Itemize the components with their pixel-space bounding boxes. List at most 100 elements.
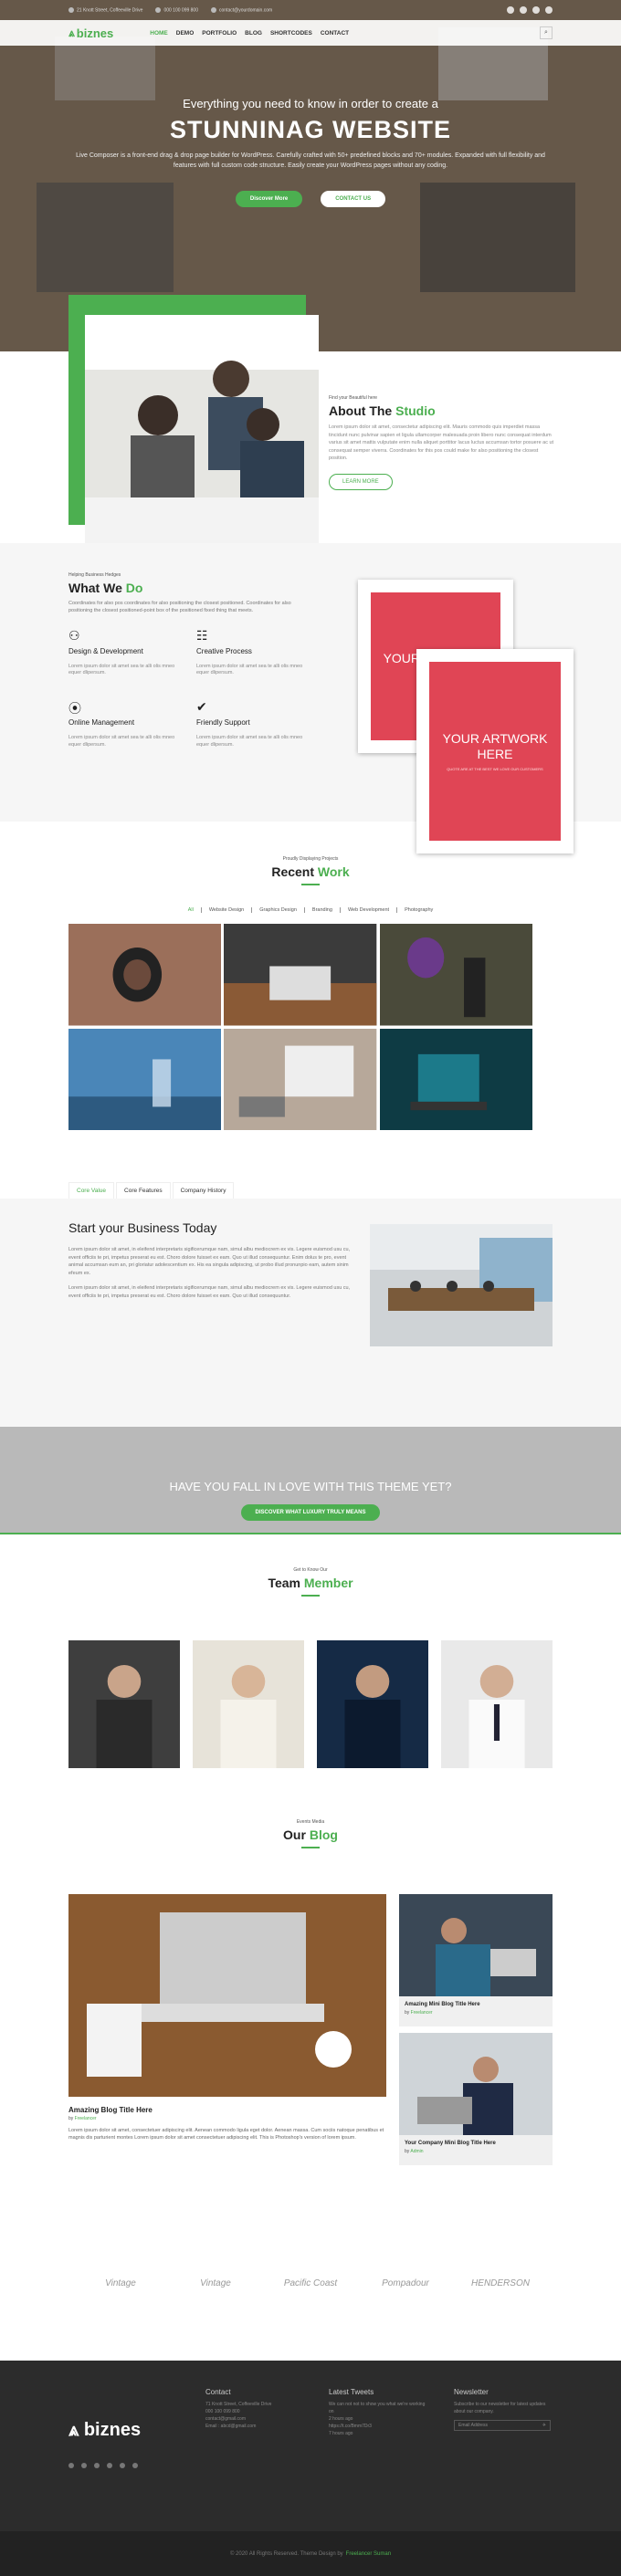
instagram-icon[interactable]	[120, 2463, 125, 2468]
hero-title: STUNNINAG WEBSITE	[169, 116, 451, 143]
logo-mark-icon: ⩓	[68, 26, 75, 39]
brand-logos: Vintage Vintage Pacific Coast Pompadour …	[0, 2205, 621, 2361]
bicycle-icon: ⚇	[68, 627, 80, 643]
newsletter-email-input[interactable]: Email Address ✈	[454, 2420, 551, 2431]
filter-all[interactable]: All	[188, 907, 194, 913]
blog-mini-image[interactable]	[399, 1894, 553, 1996]
facebook-icon[interactable]	[94, 2463, 100, 2468]
footer-newsletter-body: Subscribe to our newsletter for latest u…	[454, 2402, 546, 2414]
instagram-icon[interactable]	[532, 6, 540, 14]
author-link[interactable]: Freelancer	[411, 2010, 433, 2016]
artwork: YOUR ARTWORK HERE QUOTE ARE AT THE BEST …	[429, 662, 561, 841]
footer-tweets-title: Latest Tweets	[329, 2388, 374, 2396]
filter-photography[interactable]: Photography	[396, 907, 433, 913]
service-item: ⦿ Online Management Lorem ipsum dolor si…	[68, 699, 178, 749]
blog-mini-title[interactable]: Your Company Mini Blog Title Here	[405, 2141, 547, 2146]
brand-logo[interactable]: Vintage	[86, 2263, 155, 2303]
footer-newsletter: Newsletter Subscribe to our newsletter f…	[454, 2388, 554, 2431]
service-body: Lorem ipsum dolor sit amet sea te alli o…	[196, 735, 303, 749]
footer-newsletter-title: Newsletter	[454, 2388, 489, 2396]
logo-text: biznes	[76, 26, 114, 40]
title-underline	[301, 884, 320, 885]
service-title: Creative Process	[196, 646, 252, 655]
team-kicker: Get to Know Our	[293, 1567, 328, 1573]
linkedin-icon[interactable]	[81, 2463, 87, 2468]
team-member-photo[interactable]	[441, 1640, 553, 1768]
discover-more-button[interactable]: Discover More	[235, 191, 303, 207]
filter-graphics-design[interactable]: Graphics Design	[251, 907, 297, 913]
copyright-bar: © 2020 All Rights Reserved. Theme Design…	[0, 2531, 621, 2576]
service-item: ☷ Creative Process Lorem ipsum dolor sit…	[196, 628, 306, 678]
footer-social	[68, 2463, 138, 2468]
filter-web-development[interactable]: Web Development	[339, 907, 389, 913]
cta-banner: HAVE YOU FALL IN LOVE WITH THIS THEME YE…	[0, 1427, 621, 1534]
nav-home[interactable]: HOME	[150, 30, 168, 37]
pinterest-icon[interactable]	[545, 6, 553, 14]
footer-logo[interactable]: ⩓ biznes	[68, 2420, 141, 2441]
author-link[interactable]: Freelancer	[75, 2116, 97, 2121]
tab-company-history[interactable]: Company History	[172, 1182, 235, 1199]
twitter-icon[interactable]	[520, 6, 527, 14]
site-logo[interactable]: ⩓ biznes	[68, 26, 113, 40]
nav-portfolio[interactable]: PORTFOLIO	[202, 30, 237, 37]
brand-logo[interactable]: Pompadour	[371, 2263, 440, 2303]
service-title: Design & Development	[68, 646, 143, 655]
brand-logo[interactable]: Vintage	[181, 2263, 250, 2303]
filter-website-design[interactable]: Website Design	[200, 907, 244, 913]
search-icon[interactable]: ⌕	[540, 26, 553, 39]
link-icon: ⦿	[68, 701, 81, 717]
team-member-photo[interactable]	[193, 1640, 304, 1768]
portfolio-item[interactable]	[68, 924, 222, 1026]
about-photo	[85, 315, 319, 543]
twitter-icon[interactable]	[68, 2463, 74, 2468]
facebook-icon[interactable]	[507, 6, 514, 14]
hero-body: Live Composer is a front-end drag & drop…	[76, 152, 545, 169]
team-section: Get to Know Our Team Member	[0, 1534, 621, 1808]
wwd-intro: Coordinates for also pos coordinates for…	[68, 601, 291, 614]
blog-mini-title[interactable]: Amazing Mini Blog Title Here	[405, 2002, 547, 2007]
designer-link[interactable]: Freelancer Suman	[346, 2551, 391, 2557]
nav-contact[interactable]: CONTACT	[321, 30, 349, 37]
hero-subtitle: Everything you need to know in order to …	[183, 97, 438, 110]
nav-shortcodes[interactable]: SHORTCODES	[270, 30, 312, 37]
contact-us-button[interactable]: CONTACT US	[321, 191, 386, 207]
rss-icon[interactable]	[107, 2463, 112, 2468]
blog-mini-post: Amazing Mini Blog Title Here by Freelance…	[399, 1894, 553, 2026]
footer-contact: Contact 71 Knott Street, Coffeeville Dri…	[205, 2388, 297, 2430]
send-icon[interactable]: ✈	[542, 2423, 546, 2428]
portfolio-item[interactable]	[224, 1028, 377, 1130]
tab-core-features[interactable]: Core Features	[116, 1182, 171, 1199]
blog-mini-image[interactable]	[399, 2033, 553, 2135]
blog-main-post: Amazing Blog Title Here by Freelancer Lo…	[68, 1894, 386, 2142]
about-kicker: Find your Beautiful here	[329, 395, 378, 401]
portfolio-item[interactable]	[68, 1028, 222, 1130]
business-tabs: Core Value Core Features Company History	[0, 1182, 621, 1199]
business-p1: Lorem ipsum dolor sit amet, in eleifend …	[68, 1247, 351, 1276]
tab-core-value[interactable]: Core Value	[68, 1182, 115, 1199]
team-member-photo[interactable]	[317, 1640, 428, 1768]
blog-section: Events Media Our Blog Amazing Blog Title…	[0, 1808, 621, 2205]
brand-logo[interactable]: Pacific Coast	[276, 2263, 345, 2303]
footer-tweets: Latest Tweets We can not not to show you…	[329, 2388, 429, 2437]
dribbble-icon[interactable]	[132, 2463, 138, 2468]
blog-main-image[interactable]	[68, 1894, 386, 2097]
blog-main-title[interactable]: Amazing Blog Title Here	[68, 2106, 386, 2114]
brand-logo[interactable]: HENDERSON	[466, 2263, 535, 2303]
title-underline	[301, 1847, 320, 1848]
team-member-photo[interactable]	[68, 1640, 180, 1768]
filter-branding[interactable]: Branding	[303, 907, 332, 913]
learn-more-button[interactable]: LEARN MORE	[329, 473, 393, 490]
portfolio-item[interactable]	[224, 924, 377, 1026]
business-text: Start your Business Today Lorem ipsum do…	[68, 1220, 352, 1307]
work-title: Recent Work	[271, 864, 350, 879]
nav-demo[interactable]: DEMO	[176, 30, 195, 37]
nav-blog[interactable]: BLOG	[245, 30, 262, 37]
portfolio-item[interactable]	[379, 924, 532, 1026]
phone-icon	[155, 6, 162, 13]
author-link[interactable]: Admin	[410, 2149, 423, 2154]
hero-content: Everything you need to know in order to …	[0, 97, 621, 207]
about-body: Lorem ipsum dolor sit amet, consectetur …	[329, 424, 554, 462]
portfolio-item[interactable]	[379, 1028, 532, 1130]
discover-luxury-button[interactable]: DISCOVER WHAT LUXURY TRULY MEANS	[240, 1504, 381, 1521]
copyright-text: © 2020 All Rights Reserved. Theme Design…	[229, 2550, 343, 2557]
